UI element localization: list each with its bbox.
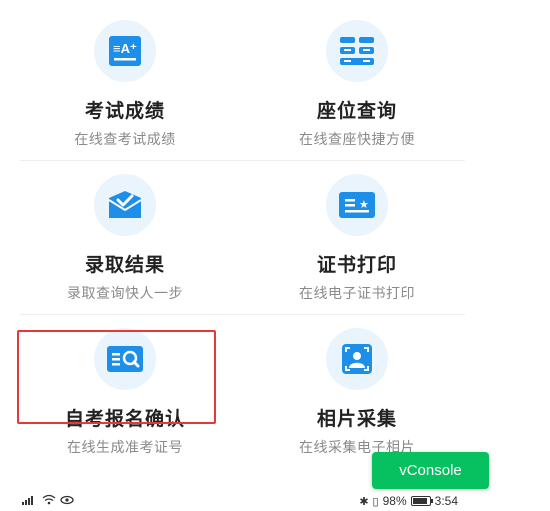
status-bar: ✱ ▯ 98% 3:54 [0,492,550,511]
wifi-icon [42,494,56,508]
tile-photo-capture[interactable]: 相片采集 在线采集电子相片 [242,310,472,460]
battery-percent: 98% [382,494,407,508]
tile-certificate-print[interactable]: ★ 证书打印 在线电子证书打印 [242,156,472,306]
tile-exam-score[interactable]: ≡A⁺ 考试成绩 在线查考试成绩 [10,2,240,152]
seat-icon [326,20,388,82]
tile-subtitle: 录取查询快人一步 [67,286,183,302]
admission-icon [94,174,156,236]
red-highlight-box [17,330,216,424]
battery-icon [410,496,433,506]
svg-text:≡A⁺: ≡A⁺ [113,41,137,56]
certificate-icon: ★ [326,174,388,236]
tile-title: 录取结果 [84,254,165,276]
svg-text:★: ★ [359,198,369,211]
tile-title: 相片采集 [316,408,397,430]
eye-icon [60,494,74,508]
vconsole-button[interactable]: vConsole [372,452,489,489]
bluetooth-icon: ✱ [359,495,369,508]
signal-icon [22,494,38,508]
tile-title: 证书打印 [316,254,397,276]
service-grid: ≡A⁺ 考试成绩 在线查考试成绩 座位查询 在线查座快捷方便 录取结果 录取查询… [0,0,550,470]
tile-seat-query[interactable]: 座位查询 在线查座快捷方便 [242,2,472,152]
tile-subtitle: 在线查考试成绩 [74,132,176,148]
vibrate-icon: ▯ [372,495,379,508]
clock: 3:54 [434,494,458,508]
tile-admission-result[interactable]: 录取结果 录取查询快人一步 [10,156,240,306]
score-icon: ≡A⁺ [94,20,156,82]
status-left [22,494,74,508]
photo-icon [326,328,388,390]
tile-subtitle: 在线生成准考证号 [67,440,183,456]
status-right: ✱ ▯ 98% 3:54 [359,494,458,508]
tile-subtitle: 在线电子证书打印 [299,286,415,302]
tile-subtitle: 在线查座快捷方便 [299,132,415,148]
tile-title: 座位查询 [316,100,397,122]
tile-title: 考试成绩 [84,100,165,122]
